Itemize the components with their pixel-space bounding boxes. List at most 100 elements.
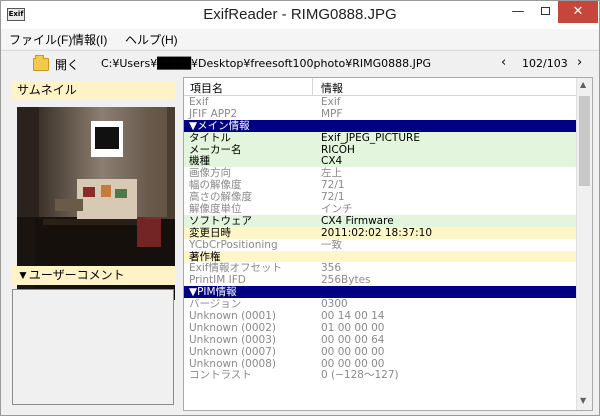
item-name-cell: JFIF APP2	[189, 107, 238, 120]
scroll-up-icon[interactable]: ▲	[580, 80, 586, 89]
menu-bar: ファイル(F) 情報(I) ヘルプ(H)	[1, 29, 599, 49]
item-name-cell: 高さの解像度	[189, 191, 252, 204]
menu-info[interactable]: 情報(I)	[72, 31, 107, 48]
item-name-cell: タイトル	[189, 131, 231, 144]
left-pane: サムネイル ▼ユーザーコメント	[11, 81, 175, 411]
item-value-cell: インチ	[321, 203, 353, 216]
item-value-cell: 01 00 00 00	[321, 321, 385, 334]
item-name-cell: Unknown (0001)	[189, 310, 276, 323]
exif-info-list[interactable]: 項目名 情報 Exif Exif JFIF APP2 MPF ▼メイン情報 タイトル Exi…	[183, 77, 593, 411]
user-comment-title: ▼ユーザーコメント	[11, 266, 175, 285]
thumbnail-title: サムネイル	[11, 81, 175, 100]
list-row[interactable]: YCbCrPositioning 一致	[184, 239, 576, 251]
list-row[interactable]: Unknown (0002) 01 00 00 00	[184, 322, 576, 334]
item-name-cell: 著作権	[189, 250, 221, 263]
list-row[interactable]: PrintIM IFD 256Bytes	[184, 274, 576, 286]
item-value-cell: MPF	[321, 107, 343, 120]
item-value-cell: 72/1	[321, 191, 345, 204]
item-value-cell: RICOH	[321, 143, 355, 156]
list-row[interactable]: 変更日時 2011:02:02 18:37:10	[184, 226, 576, 239]
item-name-cell: 変更日時	[189, 226, 231, 239]
open-button[interactable]: 開く	[27, 54, 85, 74]
app-window: Exif ExifReader - RIMG0888.JPG — ✕ ファイル(…	[0, 0, 600, 416]
toolbar: 開く C:¥Users¥████¥Desktop¥freesoft100phot…	[1, 50, 599, 76]
list-row[interactable]: ソフトウェア CX4 Firmware	[184, 214, 576, 227]
user-comment-textarea[interactable]	[12, 289, 174, 405]
item-value-cell: 356	[321, 262, 342, 275]
list-row[interactable]: Exif情報オフセット 356	[184, 262, 576, 274]
item-value-cell: 左上	[321, 167, 342, 180]
menu-help[interactable]: ヘルプ(H)	[125, 31, 178, 48]
list-row[interactable]: Unknown (0001) 00 14 00 14	[184, 310, 576, 322]
item-value-cell: 00 00 00 00	[321, 357, 385, 370]
item-name-cell: ソフトウェア	[189, 214, 252, 227]
list-row[interactable]: Unknown (0003) 00 00 00 64	[184, 334, 576, 346]
item-value-cell: 0300	[321, 298, 348, 311]
list-row[interactable]: 機種 CX4	[184, 155, 576, 167]
list-row[interactable]: 解像度単位 インチ	[184, 203, 576, 215]
close-button[interactable]: ✕	[558, 1, 598, 23]
section-header-row[interactable]: ▼メイン情報	[184, 119, 576, 132]
title-bar[interactable]: Exif ExifReader - RIMG0888.JPG — ✕	[1, 1, 599, 29]
image-counter: 102/103	[522, 57, 568, 70]
item-name-cell: PrintIM IFD	[189, 274, 246, 287]
item-value-cell: 00 00 00 00	[321, 345, 385, 358]
item-name-cell: 機種	[189, 155, 210, 168]
item-value-cell: 00 00 00 64	[321, 333, 385, 346]
list-row[interactable]: JFIF APP2 MPF	[184, 108, 576, 120]
item-value-cell: CX4	[321, 155, 343, 168]
list-row[interactable]: 画像方向 左上	[184, 167, 576, 179]
item-value-cell: Exif_JPEG_PICTURE	[321, 131, 420, 144]
item-name-cell: ▼メイン情報	[189, 119, 250, 132]
item-name-cell: メーカー名	[189, 143, 242, 156]
menu-file[interactable]: ファイル(F)	[9, 31, 72, 48]
list-row[interactable]: 幅の解像度 72/1	[184, 179, 576, 191]
item-value-cell: 一致	[321, 238, 342, 251]
scrollbar-thumb[interactable]	[579, 96, 590, 186]
column-header-info[interactable]: 情報	[321, 80, 343, 96]
list-row[interactable]: 著作権	[184, 250, 576, 263]
item-name-cell: 幅の解像度	[189, 179, 242, 192]
list-row[interactable]: Unknown (0007) 00 00 00 00	[184, 346, 576, 358]
list-row[interactable]: コントラスト 0 (−128〜127)	[184, 369, 576, 381]
next-image-button[interactable]: ›	[577, 55, 582, 70]
list-row[interactable]: 高さの解像度 72/1	[184, 191, 576, 203]
section-header-row[interactable]: ▼PIM情報	[184, 286, 576, 298]
previous-image-button[interactable]: ‹	[501, 55, 506, 70]
item-name-cell: YCbCrPositioning	[189, 238, 278, 251]
scroll-down-icon[interactable]: ▼	[580, 396, 586, 405]
maximize-icon	[540, 7, 550, 15]
item-name-cell: ▼PIM情報	[189, 286, 237, 299]
item-value-cell: 2011:02:02 18:37:10	[321, 226, 433, 239]
minimize-button[interactable]: —	[504, 1, 532, 23]
item-name-cell: 解像度単位	[189, 203, 242, 216]
item-value-cell: 256Bytes	[321, 274, 371, 287]
folder-open-icon	[33, 54, 49, 71]
list-row[interactable]: タイトル Exif_JPEG_PICTURE	[184, 131, 576, 144]
item-name-cell: バージョン	[189, 298, 242, 311]
item-name-cell: Unknown (0008)	[189, 357, 276, 370]
list-rows: Exif Exif JFIF APP2 MPF ▼メイン情報 タイトル Exif_JPEG_…	[184, 96, 576, 381]
column-divider[interactable]	[312, 78, 313, 96]
item-name-cell: Exif情報オフセット	[189, 262, 282, 275]
list-row[interactable]: メーカー名 RICOH	[184, 143, 576, 156]
item-value-cell: 00 14 00 14	[321, 310, 385, 323]
item-name-cell: Unknown (0007)	[189, 345, 276, 358]
maximize-button[interactable]	[531, 1, 559, 23]
item-value-cell: 0 (−128〜127)	[321, 369, 399, 382]
column-header-item-name[interactable]: 項目名	[190, 80, 223, 96]
list-row[interactable]: Unknown (0008) 00 00 00 00	[184, 358, 576, 370]
vertical-scrollbar[interactable]: ▲ ▼	[576, 78, 592, 410]
item-value-cell: 72/1	[321, 179, 345, 192]
file-path: C:¥Users¥████¥Desktop¥freesoft100photo¥R…	[101, 57, 432, 70]
list-row[interactable]: バージョン 0300	[184, 298, 576, 310]
open-button-label: 開く	[55, 57, 80, 72]
item-name-cell: Unknown (0003)	[189, 333, 276, 346]
item-name-cell: Unknown (0002)	[189, 321, 276, 334]
item-name-cell: Exif	[189, 96, 209, 108]
item-name-cell: コントラスト	[189, 369, 252, 382]
list-row[interactable]: Exif Exif	[184, 96, 576, 108]
list-header: 項目名 情報	[184, 78, 576, 96]
item-value-cell: CX4 Firmware	[321, 214, 394, 227]
item-value-cell: Exif	[321, 96, 341, 108]
